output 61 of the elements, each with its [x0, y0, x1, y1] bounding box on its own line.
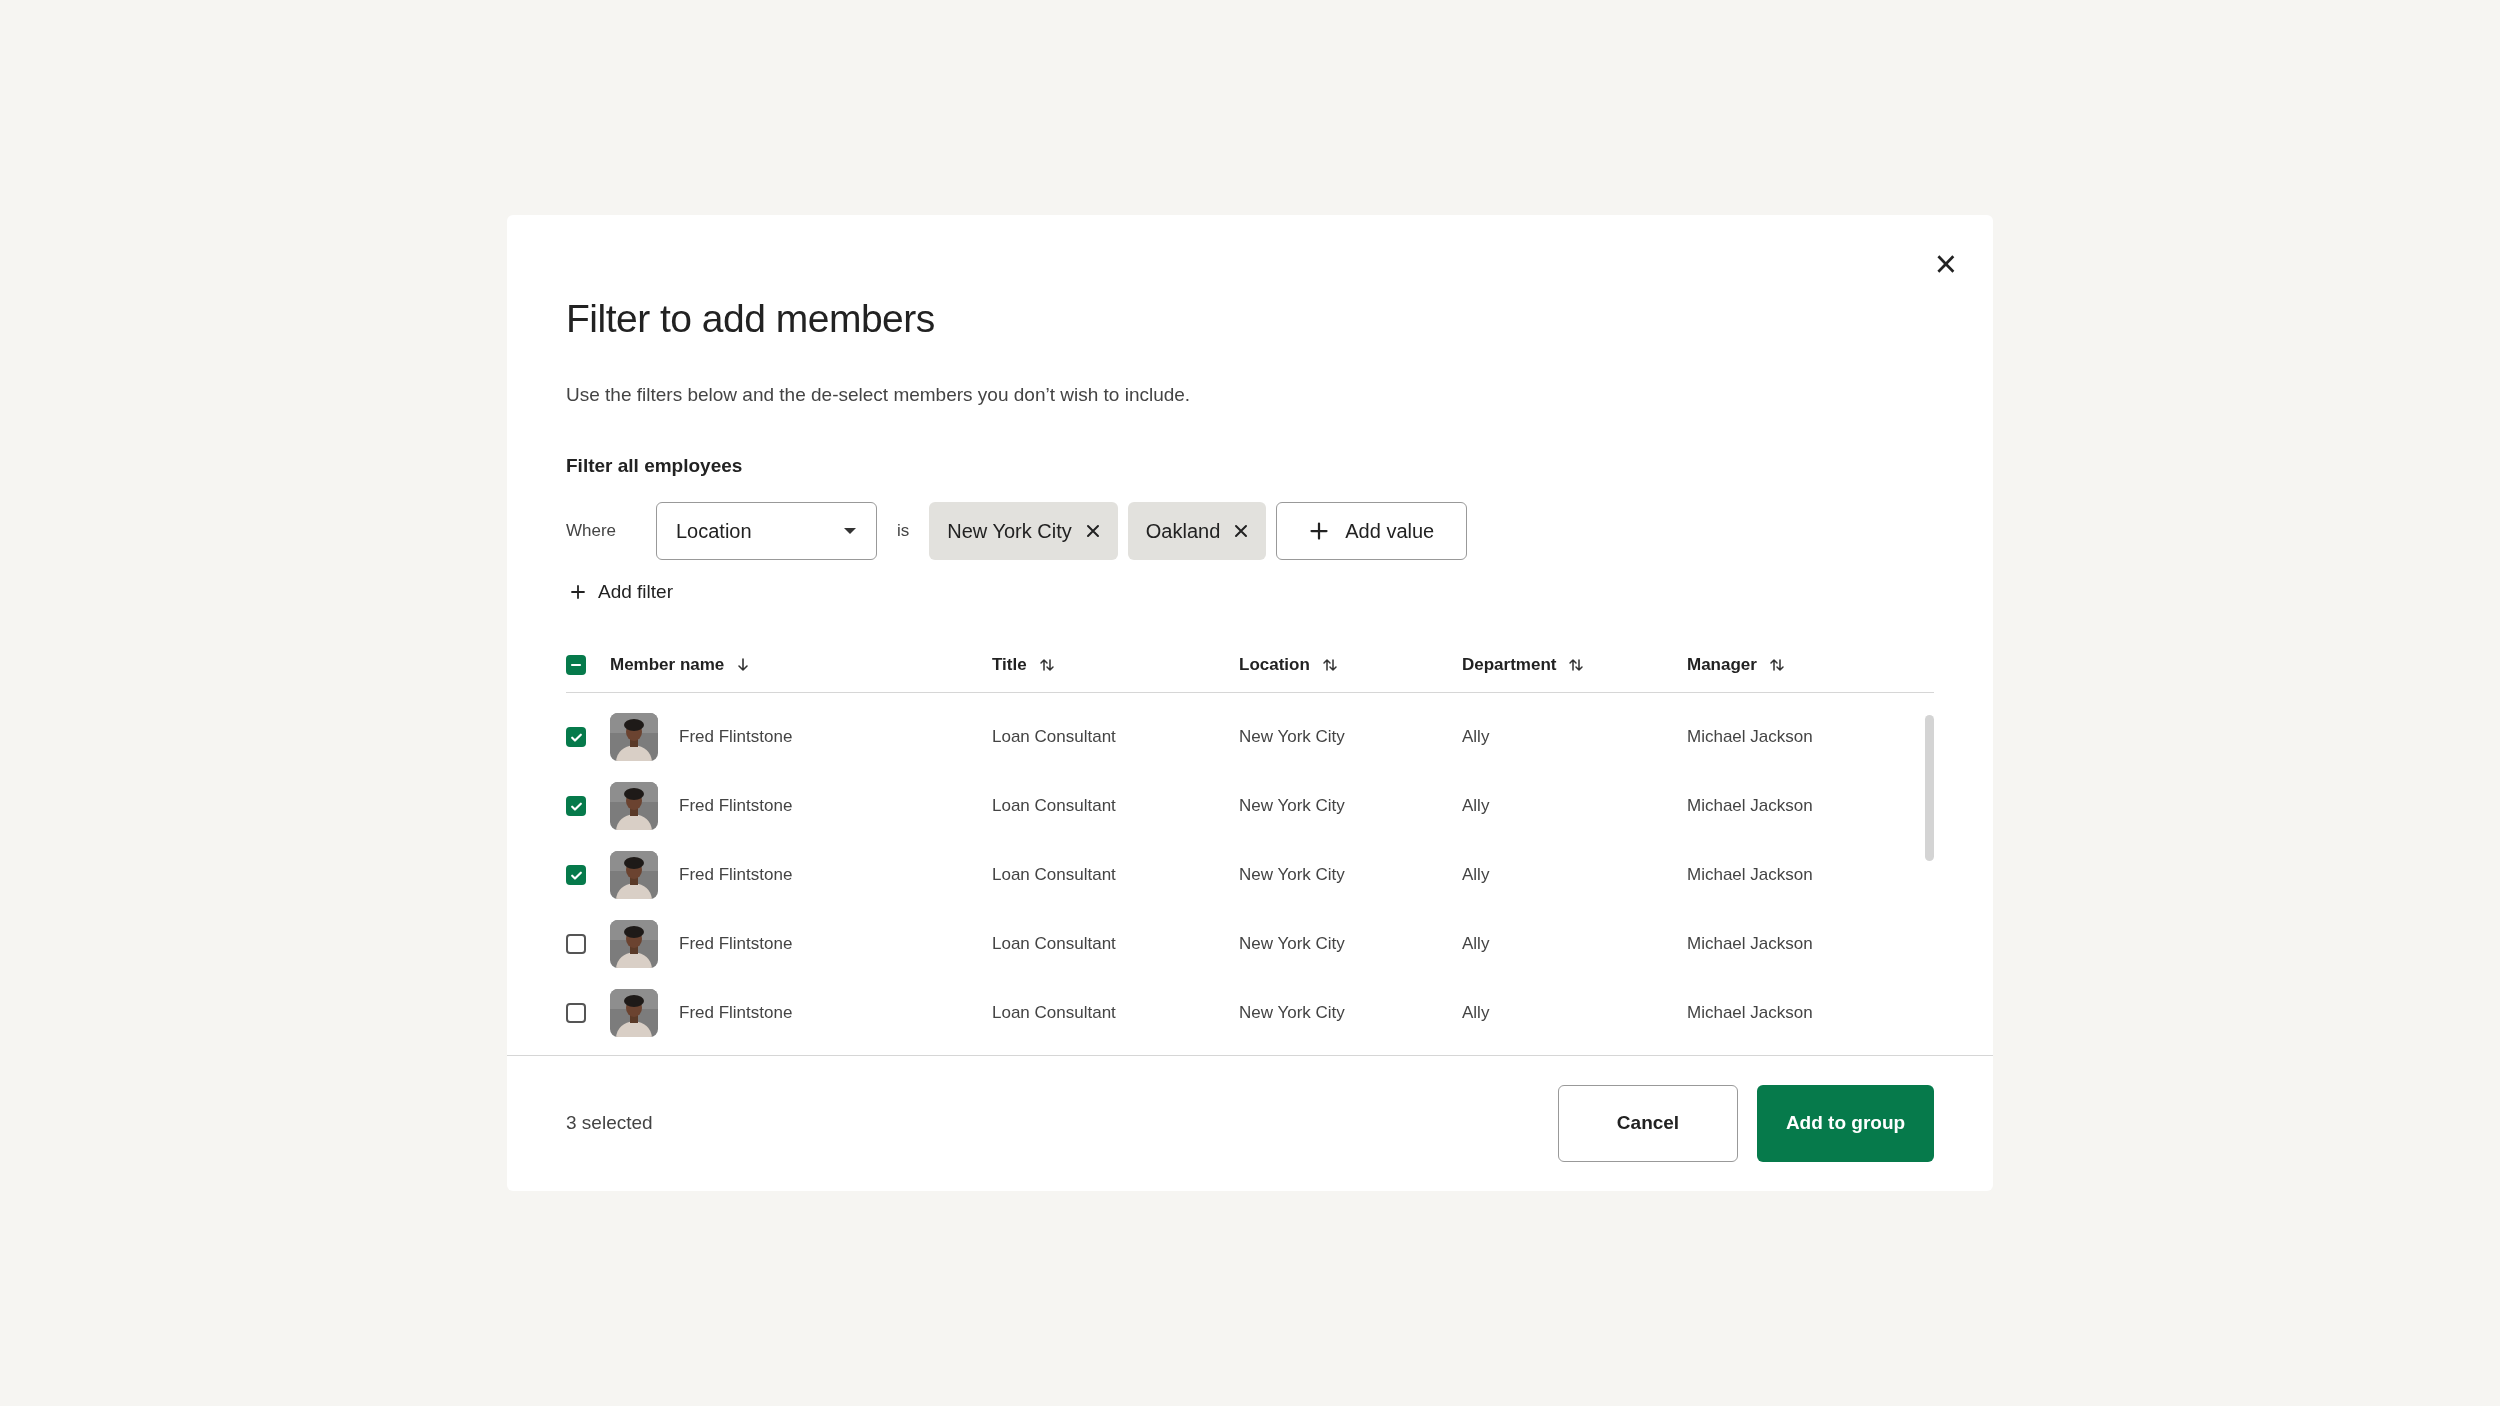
table-cell-text: Fred Flintstone: [679, 1002, 794, 1025]
table-cell-text: Fred Flintstone: [679, 726, 794, 749]
operator-label: is: [897, 520, 910, 543]
add-value-button[interactable]: Add value: [1276, 502, 1468, 560]
row-checkbox[interactable]: [566, 1003, 586, 1023]
table-cell-text: Loan Consultant: [992, 726, 1117, 749]
table-cell-text: Loan Consultant: [992, 1002, 1117, 1025]
sort-icon[interactable]: [1568, 657, 1585, 673]
add-filter-button[interactable]: Add filter: [566, 578, 677, 607]
table-cell-text: Ally: [1462, 933, 1491, 956]
where-label: Where: [566, 520, 618, 543]
table-cell-text: Michael Jackson: [1687, 795, 1814, 818]
table-cell-text: Ally: [1462, 864, 1491, 887]
remove-icon[interactable]: [1234, 524, 1249, 538]
column-header[interactable]: Manager: [1687, 652, 1757, 678]
table-cell-text: Michael Jackson: [1687, 726, 1814, 749]
dialog-description: Use the filters below and the de-select members you don’t wish to include.: [566, 383, 1192, 407]
column-header[interactable]: Department: [1462, 652, 1557, 678]
table-cell-text: New York City: [1239, 1002, 1346, 1025]
scrollbar[interactable]: [1925, 714, 1934, 861]
table-cell-text: Fred Flintstone: [679, 795, 794, 818]
table-cell-text: Fred Flintstone: [679, 864, 794, 887]
chip-label: New York City: [947, 519, 1072, 544]
column-header[interactable]: Location: [1239, 652, 1310, 678]
table-cell-text: Ally: [1462, 1002, 1491, 1025]
plus-icon: [570, 584, 586, 601]
selected-count: 3 selected: [566, 1111, 653, 1136]
select-all-checkbox[interactable]: [566, 655, 586, 675]
table-cell-text: Michael Jackson: [1687, 933, 1814, 956]
chip-label: Oakland: [1145, 519, 1221, 544]
cancel-button[interactable]: Cancel: [1558, 1085, 1738, 1162]
table-cell-text: Ally: [1462, 795, 1491, 818]
add-to-group-button[interactable]: Add to group: [1757, 1085, 1934, 1162]
remove-icon[interactable]: [1085, 524, 1100, 538]
sort-icon[interactable]: [1038, 657, 1055, 673]
row-checkbox[interactable]: [566, 727, 586, 747]
table-cell-text: Ally: [1462, 726, 1491, 749]
row-checkbox[interactable]: [566, 934, 586, 954]
row-checkbox[interactable]: [566, 865, 586, 885]
field-dropdown[interactable]: Location: [656, 502, 877, 560]
sort-icon[interactable]: [1768, 657, 1785, 673]
row-checkbox[interactable]: [566, 796, 586, 816]
column-header[interactable]: Member name: [610, 652, 725, 678]
table-cell-text: New York City: [1239, 864, 1346, 887]
table-cell-text: Michael Jackson: [1687, 864, 1814, 887]
table-cell-text: Michael Jackson: [1687, 1002, 1814, 1025]
table-cell-text: Loan Consultant: [992, 933, 1117, 956]
table-cell-text: Fred Flintstone: [679, 933, 794, 956]
sort-icon[interactable]: [1321, 657, 1338, 673]
close-button[interactable]: ×: [1934, 245, 1957, 283]
dialog-title: Filter to add members: [566, 296, 936, 342]
column-header[interactable]: Title: [992, 652, 1027, 678]
table-cell-text: Loan Consultant: [992, 864, 1117, 887]
sort-down-icon[interactable]: [736, 657, 751, 673]
filter-heading: Filter all employees: [566, 453, 744, 478]
table-cell-text: Loan Consultant: [992, 795, 1117, 818]
caret-icon: [843, 527, 857, 535]
table-cell-text: New York City: [1239, 726, 1346, 749]
table-cell-text: New York City: [1239, 795, 1346, 818]
table-cell-text: New York City: [1239, 933, 1346, 956]
plus-icon: [1309, 521, 1330, 541]
